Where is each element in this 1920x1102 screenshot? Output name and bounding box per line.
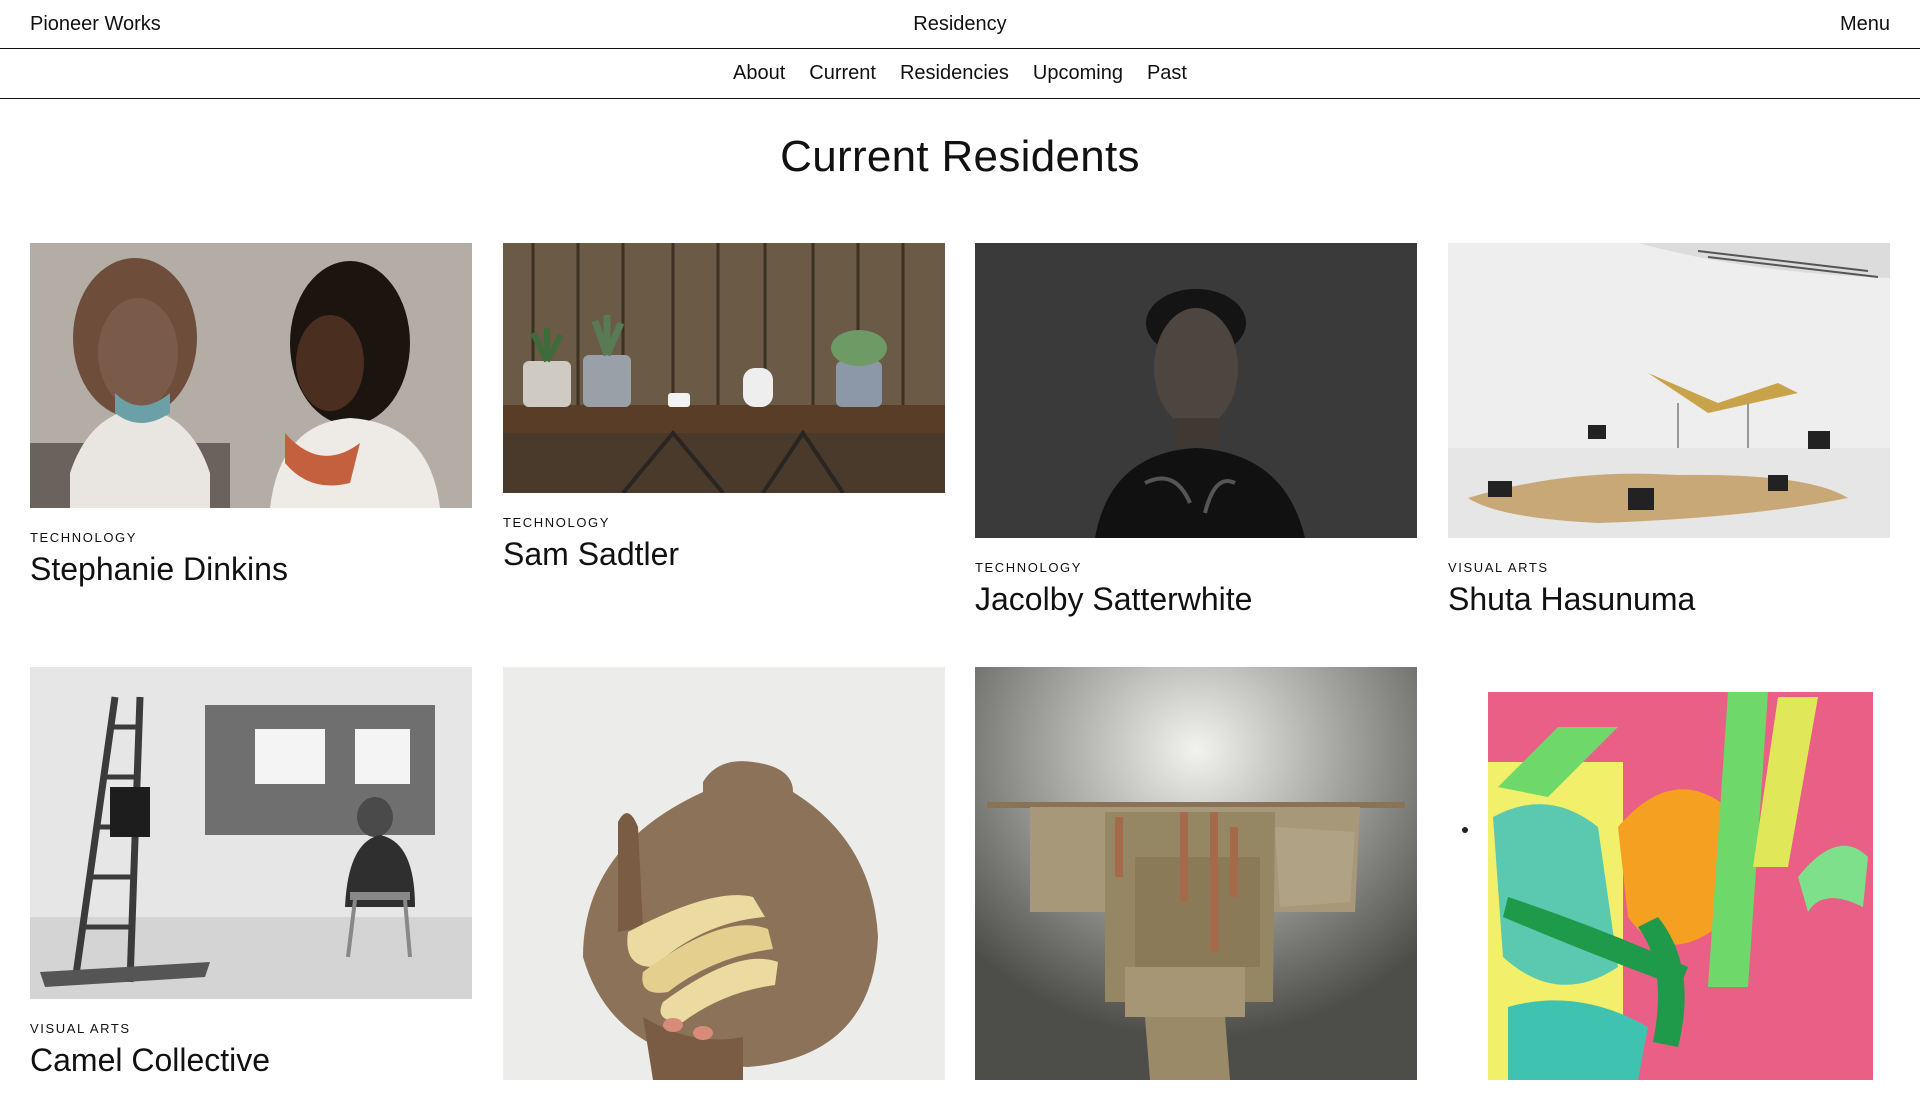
sub-navigation: About Current Residencies Upcoming Past [0, 49, 1920, 99]
nav-upcoming[interactable]: Upcoming [1021, 62, 1135, 85]
resident-image[interactable] [1448, 667, 1890, 1080]
page-title: Current Residents [780, 132, 1140, 181]
resident-card[interactable]: TECHNOLOGY Jacolby Satterwhite [975, 243, 1417, 618]
site-title-link[interactable]: Residency [913, 13, 1006, 35]
resident-image[interactable] [503, 243, 945, 493]
menu-button[interactable]: Menu [1840, 13, 1890, 36]
resident-name: Sam Sadtler [503, 536, 680, 572]
top-bar: Pioneer Works Residency Menu [0, 0, 1920, 49]
brand-logo-link[interactable]: Pioneer Works [30, 13, 161, 36]
resident-name: Stephanie Dinkins [30, 551, 288, 587]
resident-card[interactable]: TECHNOLOGY Sam Sadtler [503, 243, 945, 573]
resident-card[interactable] [975, 667, 1417, 1102]
resident-card[interactable]: TECHNOLOGY Stephanie Dinkins [30, 243, 472, 588]
resident-category: VISUAL ARTS [30, 1021, 131, 1036]
nav-about[interactable]: About [721, 62, 797, 85]
resident-image[interactable] [30, 667, 472, 999]
resident-card[interactable] [503, 667, 945, 1102]
nav-past[interactable]: Past [1135, 62, 1199, 85]
resident-image[interactable] [30, 243, 472, 508]
nav-current[interactable]: Current [797, 62, 888, 85]
resident-name: Shuta Hasunuma [1448, 581, 1696, 617]
resident-category: TECHNOLOGY [30, 530, 138, 545]
site-title: Residency [0, 13, 1920, 36]
resident-category: VISUAL ARTS [1448, 560, 1549, 575]
resident-image[interactable] [975, 667, 1417, 1080]
resident-image[interactable] [975, 243, 1417, 538]
resident-image[interactable] [503, 667, 945, 1080]
resident-name: Jacolby Satterwhite [975, 581, 1253, 617]
resident-category: TECHNOLOGY [975, 560, 1083, 575]
resident-name: Camel Collective [30, 1042, 271, 1078]
resident-card[interactable] [1448, 667, 1890, 1102]
resident-image[interactable] [1448, 243, 1890, 538]
resident-category: TECHNOLOGY [503, 515, 611, 530]
nav-residencies[interactable]: Residencies [888, 62, 1021, 85]
resident-card[interactable]: VISUAL ARTS Camel Collective [30, 667, 472, 1079]
resident-card[interactable]: VISUAL ARTS Shuta Hasunuma [1448, 243, 1890, 618]
